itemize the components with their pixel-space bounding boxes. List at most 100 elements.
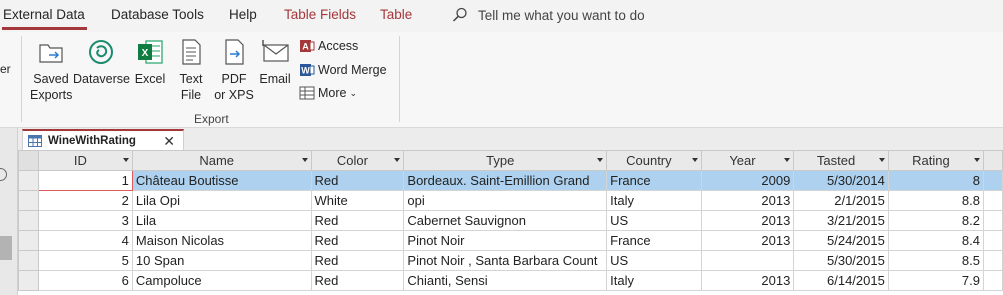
column-header-type[interactable]: Type: [403, 150, 608, 171]
table-cell-color[interactable]: Red: [310, 270, 405, 291]
excel-button[interactable]: X Excel: [133, 36, 167, 87]
table-cell-color[interactable]: Red: [310, 170, 405, 191]
table-cell-name[interactable]: Lila Opi: [131, 190, 312, 211]
table-cell-tasted[interactable]: 5/24/2015: [793, 230, 889, 251]
table-cell-tasted[interactable]: 3/21/2015: [793, 210, 889, 231]
column-header-color[interactable]: Color: [310, 150, 405, 171]
record-selector[interactable]: [18, 230, 39, 251]
table-cell-country[interactable]: Italy: [606, 270, 702, 291]
column-header-name[interactable]: Name: [131, 150, 312, 171]
table-cell-country[interactable]: US: [606, 210, 702, 231]
table-row[interactable]: 6 Campoluce Red Chianti, Sensi Italy 2013 6/14…: [18, 270, 1003, 291]
more-icon: [299, 86, 315, 100]
record-selector[interactable]: [18, 190, 39, 211]
column-header-rating[interactable]: Rating: [887, 150, 984, 171]
saved-exports-button[interactable]: Saved Exports: [30, 36, 72, 103]
table-cell-type[interactable]: Pinot Noir: [403, 230, 608, 251]
table-cell-type[interactable]: Cabernet Sauvignon: [403, 210, 608, 231]
table-row[interactable]: 4 Maison Nicolas Red Pinot Noir France 2013 5/…: [18, 230, 1003, 251]
table-cell-rating[interactable]: 8: [887, 170, 984, 191]
table-cell-id[interactable]: 6: [37, 270, 133, 291]
table-cell-color[interactable]: White: [310, 190, 405, 211]
search-icon: [0, 168, 7, 181]
table-cell-country[interactable]: Italy: [606, 190, 702, 211]
table-cell-name[interactable]: 10 Span: [131, 250, 312, 271]
tab-winewithrating[interactable]: WineWithRating ✕: [22, 129, 184, 150]
close-icon[interactable]: ✕: [163, 133, 175, 150]
table-cell-name[interactable]: Maison Nicolas: [131, 230, 312, 251]
table-cell-color[interactable]: Red: [310, 230, 405, 251]
table-cell-name[interactable]: Château Boutisse: [131, 170, 312, 191]
table-cell-year[interactable]: 2013: [700, 190, 795, 211]
cut-off-label: er: [0, 62, 11, 76]
table-cell-tasted[interactable]: 5/30/2015: [793, 250, 889, 271]
table-cell-type[interactable]: opi: [403, 190, 608, 211]
column-header-country[interactable]: Country: [606, 150, 702, 171]
word-merge-button[interactable]: W Word Merge: [299, 60, 387, 80]
select-all-corner[interactable]: [18, 150, 39, 171]
table-cell-name[interactable]: Campoluce: [131, 270, 312, 291]
sort-filter-arrow-icon: [878, 158, 885, 162]
table-cell-overflow: [982, 270, 1003, 291]
text-file-button[interactable]: Text File: [174, 36, 208, 103]
table-cell-rating[interactable]: 7.9: [887, 270, 984, 291]
tab-external-data[interactable]: External Data: [2, 7, 87, 30]
table-cell-color[interactable]: Red: [310, 250, 405, 271]
tab-help[interactable]: Help: [229, 7, 257, 22]
table-cell-name[interactable]: Lila: [131, 210, 312, 231]
table-cell-color[interactable]: Red: [310, 210, 405, 231]
scroll-thumb[interactable]: [0, 236, 12, 260]
tab-database-tools[interactable]: Database Tools: [111, 7, 204, 22]
table-cell-rating[interactable]: 8.2: [887, 210, 984, 231]
table-cell-year[interactable]: 2009: [700, 170, 795, 191]
table-cell-country[interactable]: US: [606, 250, 702, 271]
email-button[interactable]: Email: [257, 36, 293, 87]
more-button[interactable]: More ⌄: [299, 83, 357, 103]
svg-text:W: W: [301, 66, 310, 76]
table-cell-id[interactable]: 2: [37, 190, 133, 211]
table-row[interactable]: 2 Lila Opi White opi Italy 2013 2/1/2015 8.8: [18, 190, 1003, 211]
table-row[interactable]: 5 10 Span Red Pinot Noir , Santa Barbara Co…: [18, 250, 1003, 271]
table-cell-overflow: [982, 210, 1003, 231]
tell-me-text: Tell me what you want to do: [478, 7, 645, 23]
tab-table[interactable]: Table: [380, 7, 412, 22]
record-selector[interactable]: [18, 170, 39, 191]
dataverse-button[interactable]: Dataverse: [73, 36, 130, 87]
table-cell-rating[interactable]: 8.8: [887, 190, 984, 211]
table-cell-year[interactable]: 2013: [700, 210, 795, 231]
table-cell-rating[interactable]: 8.5: [887, 250, 984, 271]
table-row[interactable]: 3 Lila Red Cabernet Sauvignon US 2013 3/21/201…: [18, 210, 1003, 231]
table-cell-type[interactable]: Chianti, Sensi: [403, 270, 608, 291]
tab-table-fields[interactable]: Table Fields: [284, 7, 356, 22]
record-selector[interactable]: [18, 250, 39, 271]
table-cell-id[interactable]: 3: [37, 210, 133, 231]
table-cell-type[interactable]: Bordeaux. Saint-Emillion Grand: [403, 170, 608, 191]
export-access-button[interactable]: A Access: [299, 36, 358, 56]
tell-me-box[interactable]: Tell me what you want to do: [452, 7, 645, 23]
table-cell-id[interactable]: 1: [37, 170, 133, 191]
email-label: Email: [259, 72, 291, 86]
pdf-xps-button[interactable]: PDF or XPS: [214, 36, 254, 103]
navigation-pane-collapsed[interactable]: [0, 128, 18, 295]
table-cell-year[interactable]: [700, 250, 795, 271]
column-header-id[interactable]: ID: [37, 150, 133, 171]
table-cell-year[interactable]: 2013: [700, 230, 795, 251]
table-cell-id[interactable]: 4: [37, 230, 133, 251]
table-cell-country[interactable]: France: [606, 170, 702, 191]
table-cell-type[interactable]: Pinot Noir , Santa Barbara Count: [403, 250, 608, 271]
table-cell-tasted[interactable]: 6/14/2015: [793, 270, 889, 291]
table-cell-id[interactable]: 5: [37, 250, 133, 271]
table-cell-country[interactable]: France: [606, 230, 702, 251]
record-selector[interactable]: [18, 270, 39, 291]
column-header-year[interactable]: Year: [700, 150, 795, 171]
text-file-icon: [182, 39, 201, 65]
table-row[interactable]: 1 Château Boutisse Red Bordeaux. Saint-Emil…: [18, 170, 1003, 191]
column-header-tasted[interactable]: Tasted: [793, 150, 889, 171]
table-cell-rating[interactable]: 8.4: [887, 230, 984, 251]
word-merge-icon: W: [300, 64, 315, 76]
table-cell-tasted[interactable]: 2/1/2015: [793, 190, 889, 211]
table-cell-tasted[interactable]: 5/30/2014: [793, 170, 889, 191]
table-cell-year[interactable]: 2013: [700, 270, 795, 291]
record-selector[interactable]: [18, 210, 39, 231]
datasheet-table: ID Name Color Type Country Year Tasted R…: [18, 150, 1003, 291]
